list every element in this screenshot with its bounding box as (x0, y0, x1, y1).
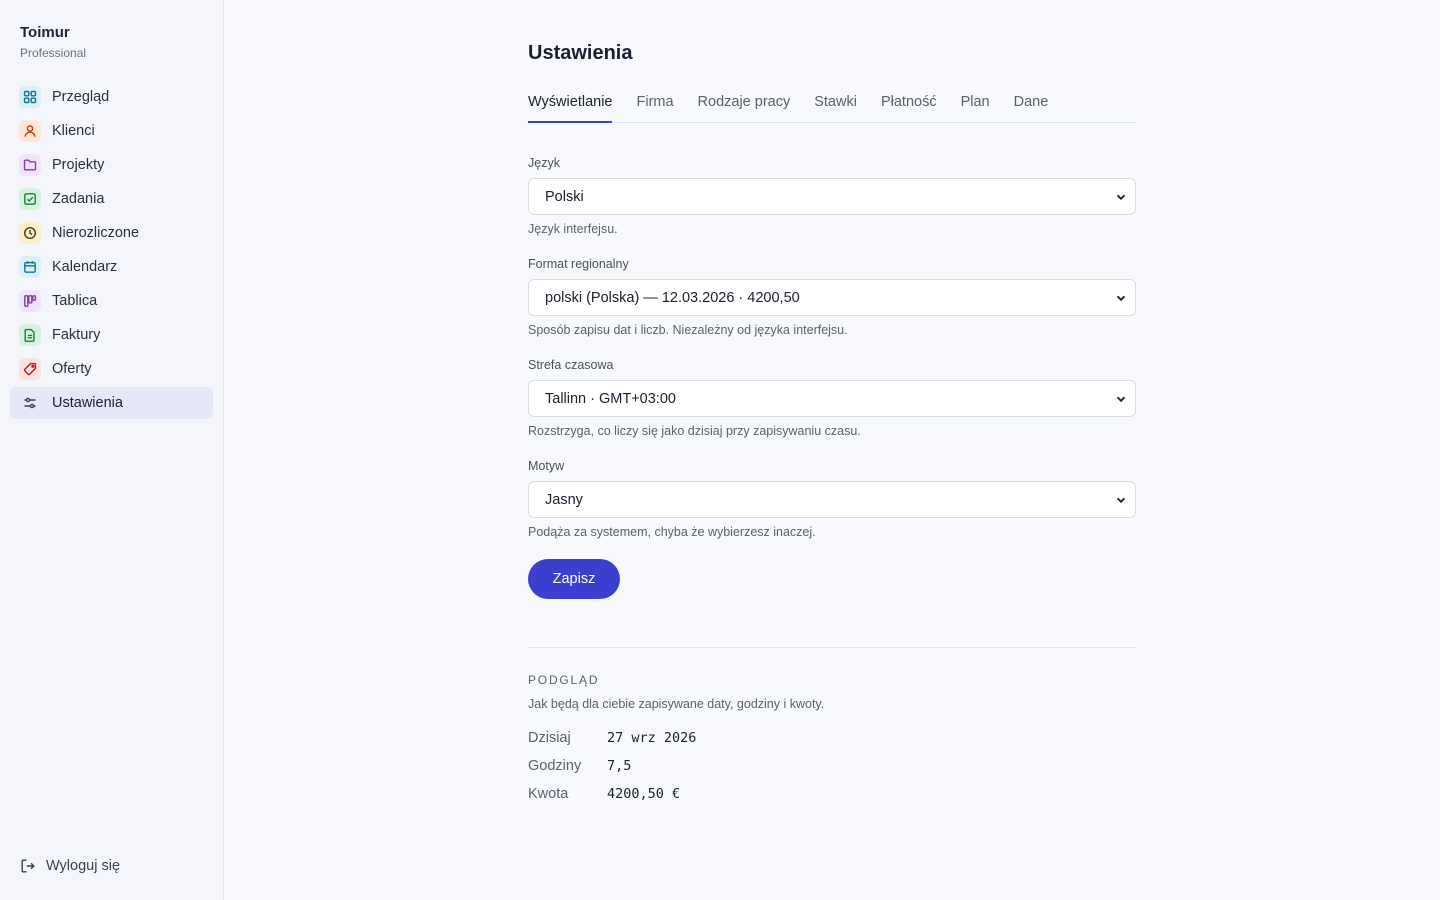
sidebar-item-label: Klienci (52, 123, 95, 139)
preview-value: 27 wrz 2026 (607, 730, 697, 746)
sidebar-nav: Przegląd Klienci Projekty Zadania Nieroz… (10, 81, 213, 421)
field-label: Motyw (528, 459, 565, 473)
sidebar-item-klienci[interactable]: Klienci (10, 115, 213, 147)
sidebar-item-faktury[interactable]: Faktury (10, 319, 213, 351)
language-field: Język Polski Język interfejsu. (528, 155, 1136, 237)
sidebar-item-kalendarz[interactable]: Kalendarz (10, 251, 213, 283)
language-select[interactable]: Polski (528, 178, 1136, 215)
logout-icon (21, 859, 35, 873)
field-hint: Sposób zapisu dat i liczb. Niezależny od… (528, 323, 848, 337)
tab-plan[interactable]: Plan (961, 86, 990, 123)
preview-value: 7,5 (607, 758, 632, 774)
brand-name: Toimur (20, 24, 70, 41)
sidebar-item-projekty[interactable]: Projekty (10, 149, 213, 181)
document-icon (19, 324, 41, 346)
clock-icon (19, 222, 41, 244)
settings-tabs: Wyświetlanie Firma Rodzaje pracy Stawki … (528, 86, 1136, 123)
select-value: polski (Polska) — 12.03.2026 · 4200,50 (545, 289, 800, 306)
sidebar-item-label: Faktury (52, 327, 101, 343)
sidebar-item-przeglad[interactable]: Przegląd (10, 81, 213, 113)
field-label: Język (528, 156, 560, 170)
grid-icon (19, 86, 41, 108)
tab-firma[interactable]: Firma (636, 86, 673, 123)
tag-icon (19, 358, 41, 380)
sidebar-item-label: Kalendarz (52, 259, 118, 275)
sidebar-item-label: Ustawienia (52, 395, 123, 411)
sidebar-item-nierozliczone[interactable]: Nierozliczone (10, 217, 213, 249)
brand: Toimur Professional (20, 24, 86, 60)
sidebar-item-zadania[interactable]: Zadania (10, 183, 213, 215)
select-value: Jasny (545, 491, 583, 508)
preview-row: Dzisiaj 27 wrz 2026 (528, 728, 696, 748)
sidebar-item-label: Zadania (52, 191, 105, 207)
folder-icon (19, 154, 41, 176)
timezone-field: Strefa czasowa Tallinn · GMT+03:00 Rozst… (528, 357, 1136, 439)
timezone-select[interactable]: Tallinn · GMT+03:00 (528, 380, 1136, 417)
kanban-icon (19, 290, 41, 312)
tab-wyswietlanie[interactable]: Wyświetlanie (528, 86, 613, 123)
chevron-down-icon (1116, 295, 1126, 301)
preview-title: PODGLĄD (528, 673, 600, 687)
field-hint: Podąża za systemem, chyba że wybierzesz … (528, 525, 816, 539)
preview-row: Godziny 7,5 (528, 756, 631, 776)
sidebar-item-label: Przegląd (52, 89, 110, 105)
sidebar-item-label: Projekty (52, 157, 105, 173)
tab-stawki[interactable]: Stawki (814, 86, 857, 123)
preview-value: 4200,50 € (607, 786, 681, 802)
sliders-icon (19, 392, 41, 414)
save-button[interactable]: Zapisz (528, 559, 620, 599)
field-hint: Rozstrzyga, co liczy się jako dzisiaj pr… (528, 424, 861, 438)
sidebar-item-ustawienia[interactable]: Ustawienia (10, 387, 213, 419)
sidebar: Toimur Professional Przegląd Klienci Pro… (0, 0, 224, 900)
preview-key: Kwota (528, 786, 569, 802)
select-value: Tallinn · GMT+03:00 (545, 390, 676, 407)
field-hint: Język interfejsu. (528, 222, 618, 236)
theme-select[interactable]: Jasny (528, 481, 1136, 518)
field-label: Format regionalny (528, 257, 629, 271)
tab-dane[interactable]: Dane (1014, 86, 1049, 123)
preview-description: Jak będą dla ciebie zapisywane daty, god… (528, 697, 825, 711)
theme-field: Motyw Jasny Podąża za systemem, chyba że… (528, 458, 1136, 540)
field-label: Strefa czasowa (528, 358, 614, 372)
regional-format-select[interactable]: polski (Polska) — 12.03.2026 · 4200,50 (528, 279, 1136, 316)
check-square-icon (19, 188, 41, 210)
user-icon (19, 120, 41, 142)
preview-row: Kwota 4200,50 € (528, 784, 680, 804)
calendar-icon (19, 256, 41, 278)
logout-button[interactable]: Wyloguj się (20, 858, 120, 874)
preview-key: Dzisiaj (528, 730, 571, 746)
select-value: Polski (545, 188, 584, 205)
tab-platnosc[interactable]: Płatność (881, 86, 937, 123)
sidebar-item-tablica[interactable]: Tablica (10, 285, 213, 317)
page-title: Ustawienia (528, 42, 633, 64)
sidebar-item-label: Tablica (52, 293, 98, 309)
divider (528, 647, 1136, 648)
preview-key: Godziny (528, 758, 582, 774)
tab-rodzaje-pracy[interactable]: Rodzaje pracy (698, 86, 791, 123)
logout-label: Wyloguj się (46, 858, 121, 874)
brand-plan: Professional (20, 46, 87, 60)
chevron-down-icon (1116, 497, 1126, 503)
regional-format-field: Format regionalny polski (Polska) — 12.0… (528, 256, 1136, 338)
chevron-down-icon (1116, 396, 1126, 402)
sidebar-item-oferty[interactable]: Oferty (10, 353, 213, 385)
chevron-down-icon (1116, 194, 1126, 200)
sidebar-item-label: Nierozliczone (52, 225, 140, 241)
sidebar-item-label: Oferty (52, 361, 92, 377)
